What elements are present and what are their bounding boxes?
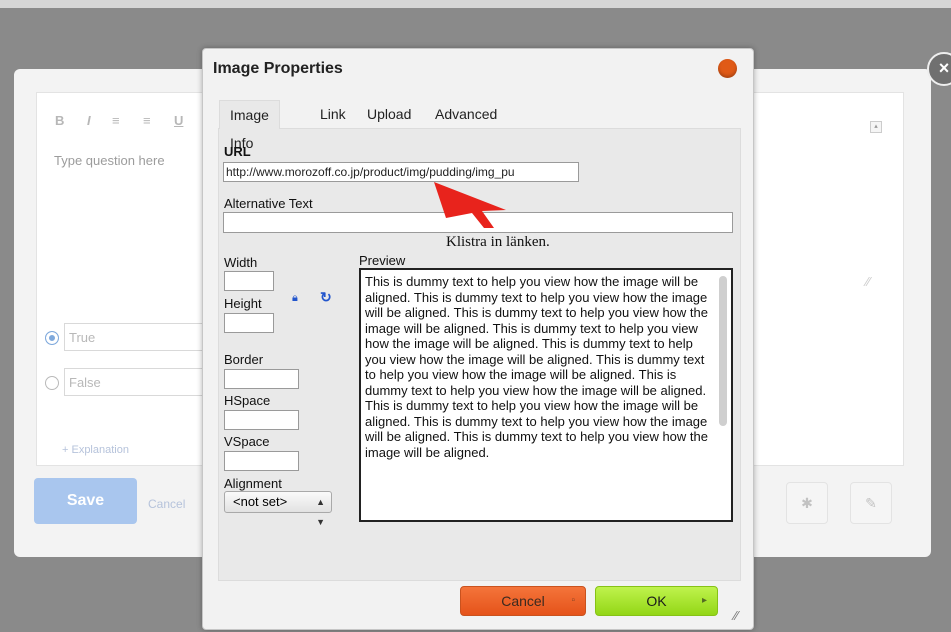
vspace-label: VSpace [224, 434, 270, 449]
cancel-glyph-icon: ▫ [571, 595, 575, 606]
alignment-select[interactable]: <not set> ▲ ▼ [224, 491, 332, 527]
italic-button[interactable]: I [87, 113, 91, 128]
dialog-cancel-button[interactable]: Cancel ▫ [460, 586, 586, 616]
tab-upload[interactable]: Upload [367, 100, 411, 128]
width-input[interactable] [224, 271, 274, 291]
unordered-list-button[interactable]: ≡ [143, 113, 151, 128]
hspace-label: HSpace [224, 393, 271, 408]
dialog-resize-grip-icon[interactable]: ⁄⁄ [734, 608, 738, 623]
answer-true-input[interactable]: True [64, 323, 204, 351]
ordered-list-button[interactable]: ≡ [112, 113, 120, 128]
width-label: Width [224, 255, 258, 270]
answer-true-radio[interactable] [45, 331, 59, 345]
save-button[interactable]: Save [34, 478, 137, 524]
dialog-title: Image Properties [213, 60, 343, 77]
magic-wand-icon[interactable]: ✱ [786, 482, 828, 524]
dialog-close-button[interactable] [718, 59, 737, 78]
height-label: Height [224, 296, 262, 311]
bold-button[interactable]: B [55, 113, 64, 128]
vspace-input[interactable] [224, 451, 299, 471]
url-input[interactable]: http://www.morozoff.co.jp/product/img/pu… [223, 162, 579, 182]
preview-scrollbar[interactable] [719, 276, 727, 426]
border-input[interactable] [224, 369, 299, 389]
question-placeholder: Type question here [54, 153, 165, 168]
dialog-ok-button[interactable]: OK ▸ [595, 586, 718, 616]
preview-box[interactable]: This is dummy text to help you view how … [359, 268, 733, 522]
ok-glyph-icon: ▸ [701, 595, 707, 606]
editor-resize-grip-icon[interactable]: ⁄⁄ [866, 274, 870, 289]
cancel-link[interactable]: Cancel [148, 497, 185, 511]
reset-size-icon[interactable]: ↻ [320, 289, 332, 306]
answer-false-input[interactable]: False [64, 368, 204, 396]
dialog-ok-label: OK [646, 593, 667, 609]
hspace-input[interactable] [224, 410, 299, 430]
lock-ratio-icon[interactable]: 🔒︎ [292, 292, 298, 305]
tab-image-info[interactable]: Image Info [219, 100, 280, 151]
url-label: URL [224, 144, 251, 159]
tab-link[interactable]: Link [320, 100, 346, 128]
height-input[interactable] [224, 313, 274, 333]
preview-label: Preview [359, 253, 406, 268]
dialog-cancel-label: Cancel [501, 593, 545, 609]
add-explanation-link[interactable]: + Explanation [62, 444, 129, 456]
preview-text: This is dummy text to help you view how … [365, 274, 708, 460]
underline-button[interactable]: U [174, 113, 183, 128]
instruction-note: Klistra in länken. [446, 234, 550, 250]
select-arrows-icon: ▲ ▼ [316, 497, 325, 527]
alt-text-label: Alternative Text [224, 196, 313, 211]
editor-scroll-up-icon[interactable]: ▴ [870, 121, 882, 133]
pointer-arrow-icon [434, 182, 506, 228]
border-label: Border [224, 352, 264, 367]
top-strip [0, 0, 951, 8]
tab-advanced[interactable]: Advanced [435, 100, 497, 128]
tag-icon[interactable]: ✎ [850, 482, 892, 524]
answer-false-radio[interactable] [45, 376, 59, 390]
alignment-value: <not set> [233, 494, 288, 509]
alignment-label: Alignment [224, 476, 282, 491]
